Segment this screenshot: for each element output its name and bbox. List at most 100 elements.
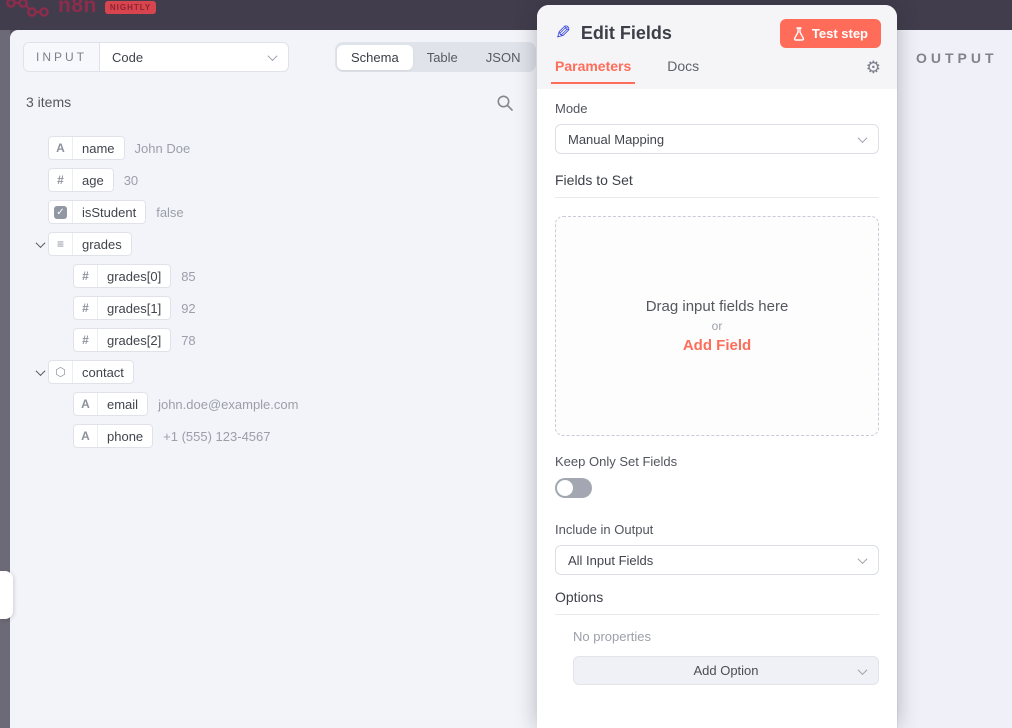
tab-docs[interactable]: Docs: [667, 58, 699, 84]
schema-field-key: grades[2]: [98, 329, 170, 351]
schema-field-key: email: [98, 393, 147, 415]
search-icon[interactable]: [496, 94, 514, 112]
schema-field-key: grades[0]: [98, 265, 170, 287]
nightly-badge: NIGHTLY: [105, 1, 156, 14]
tree-collapse-chevron[interactable]: [32, 241, 48, 248]
n8n-logo[interactable]: n8n NIGHTLY: [6, 0, 156, 19]
tab-table[interactable]: Table: [413, 45, 472, 70]
node-title[interactable]: Edit Fields: [581, 23, 780, 44]
schema-field-pill[interactable]: Aname: [48, 136, 125, 160]
add-field-button[interactable]: Add Field: [683, 337, 751, 354]
options-heading: Options: [555, 589, 879, 615]
number-type-icon: #: [49, 169, 73, 191]
chevron-down-icon: [858, 554, 868, 564]
schema-field-key: name: [73, 137, 124, 159]
number-type-icon: #: [74, 265, 98, 287]
list-type-icon: ≡: [49, 233, 73, 255]
add-option-label: Add Option: [693, 663, 758, 678]
string-type-icon: A: [49, 137, 73, 159]
schema-field-pill[interactable]: ≡grades: [48, 232, 132, 256]
schema-field-value: 30: [124, 173, 138, 188]
include-in-output-label: Include in Output: [555, 522, 879, 537]
schema-row: #grades[1]92: [10, 292, 537, 324]
tab-json[interactable]: JSON: [472, 45, 535, 70]
schema-row: Aphone +1 (555) 123-4567: [10, 420, 537, 452]
gear-icon[interactable]: ⚙: [866, 59, 881, 76]
test-step-label: Test step: [812, 26, 868, 41]
pencil-icon: ✎: [555, 22, 571, 45]
schema-field-key: phone: [98, 425, 152, 447]
schema-row: ⬡contact: [10, 356, 537, 388]
schema-field-pill[interactable]: ⬡contact: [48, 360, 134, 384]
toggle-knob: [557, 480, 573, 496]
output-panel: OUTPUT: [897, 30, 1012, 728]
tab-parameters[interactable]: Parameters: [555, 58, 631, 84]
schema-field-pill[interactable]: #age: [48, 168, 114, 192]
output-panel-label: OUTPUT: [916, 50, 998, 66]
schema-field-pill[interactable]: #grades[1]: [73, 296, 171, 320]
chevron-down-icon: [858, 133, 868, 143]
mode-label: Mode: [555, 101, 879, 116]
schema-field-key: grades: [73, 233, 131, 255]
chevron-down-icon: [858, 665, 868, 675]
canvas-left-strip: [0, 30, 10, 728]
no-properties-text: No properties: [573, 629, 879, 644]
keep-only-set-fields-label: Keep Only Set Fields: [555, 454, 879, 469]
sidebar-expand-handle[interactable]: [0, 571, 13, 619]
schema-field-value: +1 (555) 123-4567: [163, 429, 270, 444]
fields-drop-zone[interactable]: Drag input fields here or Add Field: [555, 216, 879, 436]
schema-field-value: 78: [181, 333, 195, 348]
schema-row: ✓isStudent false: [10, 196, 537, 228]
schema-field-key: grades[1]: [98, 297, 170, 319]
schema-field-key: contact: [73, 361, 133, 383]
schema-field-pill[interactable]: ✓isStudent: [48, 200, 146, 224]
tree-collapse-chevron[interactable]: [32, 369, 48, 376]
ndv-tabs: Parameters Docs ⚙: [537, 48, 897, 84]
chevron-down-icon: [268, 51, 278, 61]
input-view-tabs: Schema Table JSON: [335, 42, 536, 72]
schema-field-pill[interactable]: Aemail: [73, 392, 148, 416]
object-type-icon: ⬡: [49, 361, 73, 383]
edit-fields-panel: ✎ Edit Fields Test step Parameters Docs …: [537, 5, 897, 728]
n8n-logo-icon: [6, 0, 50, 19]
schema-row: ≡grades: [10, 228, 537, 260]
schema-field-value: John Doe: [135, 141, 191, 156]
input-source-group: INPUT Code: [23, 42, 289, 72]
schema-row: #age 30: [10, 164, 537, 196]
include-in-output-select[interactable]: All Input Fields: [555, 545, 879, 575]
string-type-icon: A: [74, 425, 98, 447]
input-panel: INPUT Code Schema Table JSON 3 items Ana…: [10, 30, 537, 728]
include-in-output-value: All Input Fields: [568, 553, 653, 568]
boolean-type-icon: ✓: [49, 201, 73, 223]
tab-schema[interactable]: Schema: [337, 45, 413, 70]
add-option-button[interactable]: Add Option: [573, 656, 879, 685]
schema-field-value: john.doe@example.com: [158, 397, 298, 412]
schema-tree: AnameJohn Doe#age30✓isStudentfalse≡grade…: [10, 132, 537, 452]
ndv-header: ✎ Edit Fields Test step Parameters Docs …: [537, 5, 897, 89]
schema-field-key: isStudent: [73, 201, 145, 223]
schema-field-pill[interactable]: #grades[2]: [73, 328, 171, 352]
test-step-button[interactable]: Test step: [780, 19, 881, 48]
input-panel-label: INPUT: [24, 43, 100, 71]
schema-row: #grades[0]85: [10, 260, 537, 292]
drag-hint-text: Drag input fields here: [646, 298, 789, 315]
number-type-icon: #: [74, 329, 98, 351]
input-source-select[interactable]: Code: [100, 43, 288, 71]
ndv-parameters-body: Mode Manual Mapping Fields to Set Drag i…: [537, 101, 897, 685]
mode-select-value: Manual Mapping: [568, 132, 664, 147]
fields-to-set-heading: Fields to Set: [555, 172, 879, 198]
mode-select[interactable]: Manual Mapping: [555, 124, 879, 154]
schema-field-value: false: [156, 205, 183, 220]
schema-field-key: age: [73, 169, 113, 191]
schema-row: Aemail john.doe@example.com: [10, 388, 537, 420]
string-type-icon: A: [74, 393, 98, 415]
schema-field-pill[interactable]: #grades[0]: [73, 264, 171, 288]
schema-row: Aname John Doe: [10, 132, 537, 164]
items-count: 3 items: [26, 94, 71, 110]
keep-only-set-fields-toggle[interactable]: [555, 478, 592, 498]
input-source-value: Code: [112, 50, 143, 65]
schema-field-pill[interactable]: Aphone: [73, 424, 153, 448]
n8n-logo-text: n8n: [58, 0, 97, 18]
flask-icon: [793, 27, 805, 41]
number-type-icon: #: [74, 297, 98, 319]
